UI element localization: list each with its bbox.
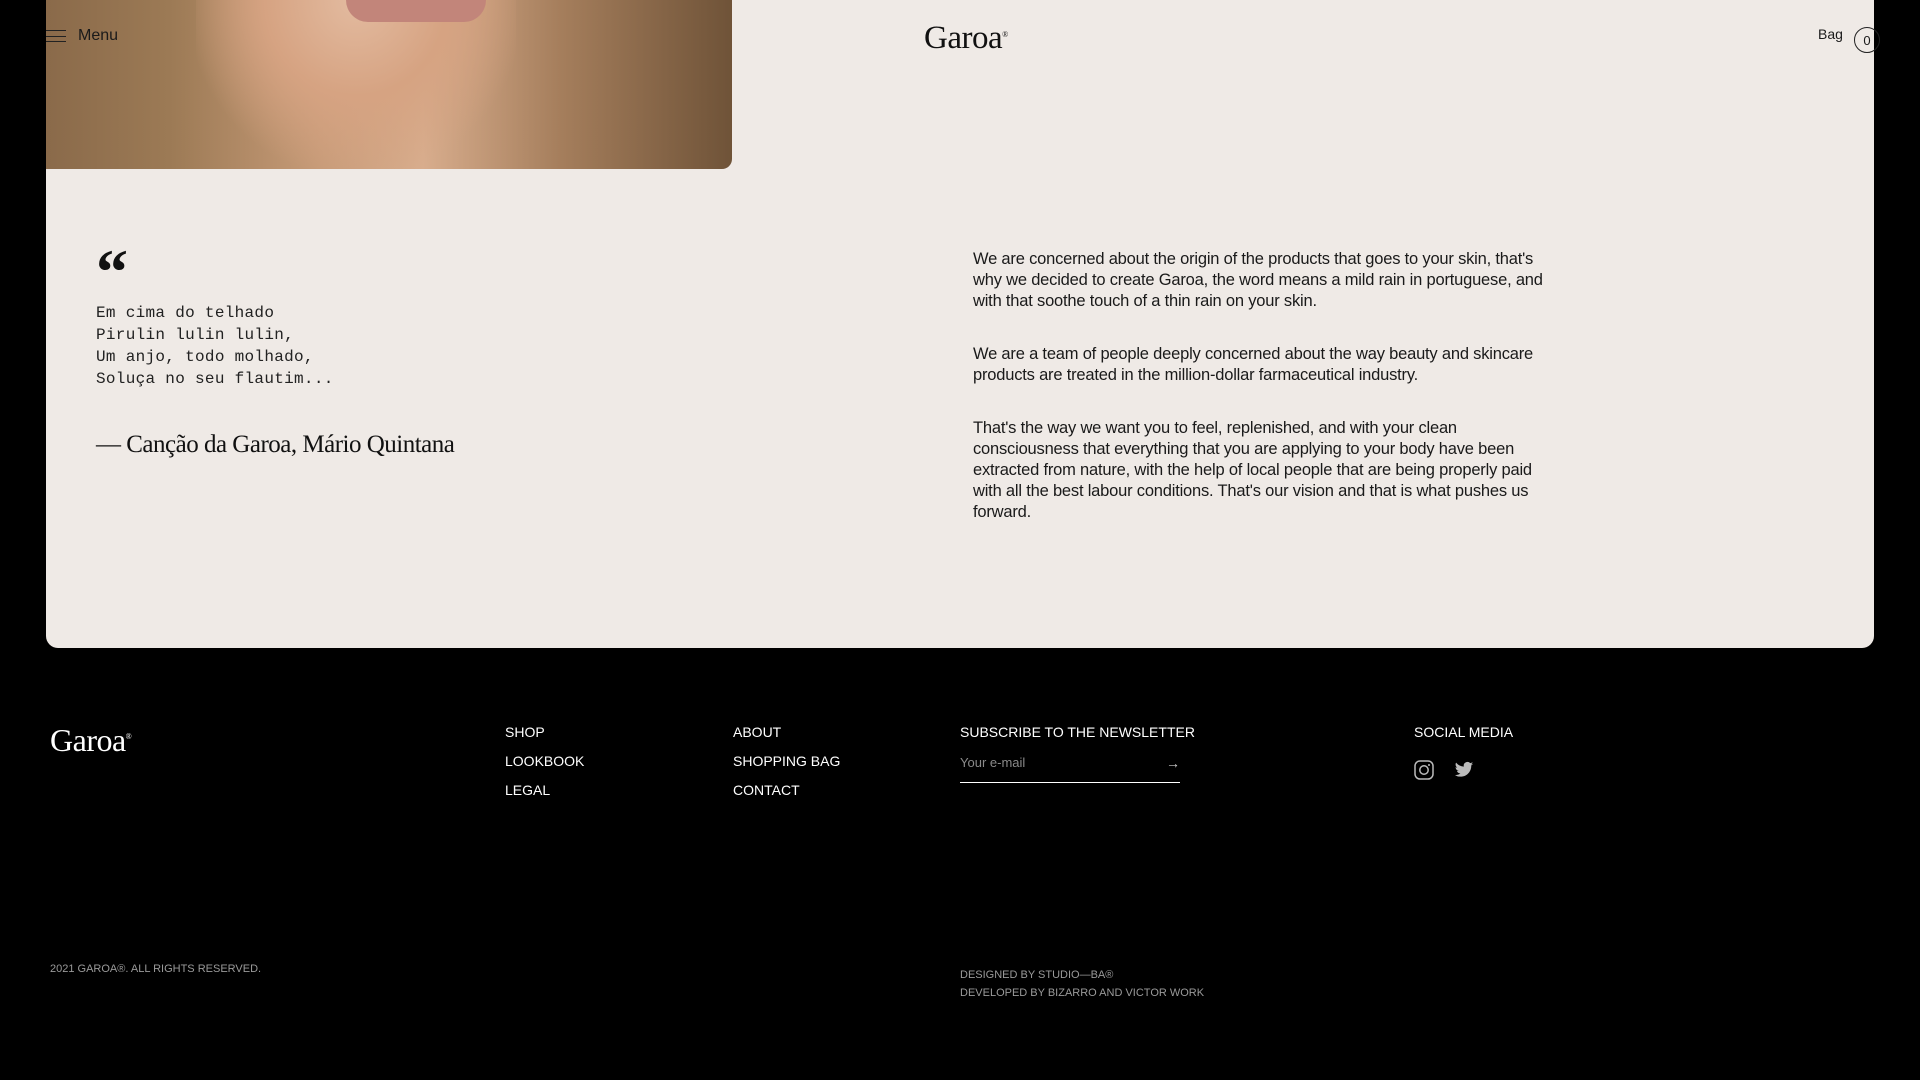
- social-links: [1414, 760, 1474, 780]
- poem: Em cima do telhado Pirulin lulin lulin, …: [96, 302, 334, 390]
- bag-link[interactable]: Bag: [1818, 26, 1843, 42]
- logo-mark: ®: [1002, 30, 1008, 39]
- site-logo[interactable]: Garoa®: [924, 20, 1008, 57]
- footer-link-contact[interactable]: CONTACT: [733, 782, 840, 798]
- hamburger-icon: [46, 30, 66, 42]
- about-paragraph: We are concerned about the origin of the…: [973, 250, 1543, 310]
- social-media-title: SOCIAL MEDIA: [1414, 724, 1514, 740]
- poem-line: Um anjo, todo molhado,: [96, 348, 314, 366]
- footer-logo-mark: ®: [125, 732, 132, 741]
- developed-by-link[interactable]: DEVELOPED BY BIZARRO AND VICTOR WORK: [960, 984, 1204, 1002]
- quote-attribution: — Canção da Garoa, Mário Quintana: [96, 431, 455, 458]
- model-photo: [46, 0, 732, 169]
- newsletter-title: SUBSCRIBE TO THE NEWSLETTER: [960, 724, 1195, 740]
- newsletter-email-input[interactable]: [960, 753, 1150, 772]
- about-paragraph: We are a team of people deeply concerned…: [973, 345, 1534, 384]
- poem-line: Soluça no seu flautim...: [96, 370, 334, 388]
- copyright: 2021 GAROA®. ALL RIGHTS RESERVED.: [50, 963, 262, 975]
- poem-line: Pirulin lulin lulin,: [96, 326, 295, 344]
- footer-link-legal[interactable]: LEGAL: [505, 782, 584, 798]
- arrow-right-icon[interactable]: →: [1166, 755, 1180, 771]
- footer-link-shop[interactable]: SHOP: [505, 724, 584, 740]
- bag-count-badge[interactable]: 0: [1854, 27, 1880, 53]
- about-text: We are concerned about the origin of the…: [973, 249, 1563, 555]
- footer-nav-col-2: ABOUT SHOPPING BAG CONTACT: [733, 724, 840, 811]
- quote-mark-icon: “: [96, 236, 128, 307]
- menu-label: Menu: [78, 27, 119, 44]
- designed-by-link[interactable]: DESIGNED BY STUDIO—BA®: [960, 966, 1204, 984]
- instagram-icon[interactable]: [1414, 760, 1434, 780]
- content-card: “ Em cima do telhado Pirulin lulin lulin…: [46, 0, 1874, 648]
- twitter-icon[interactable]: [1454, 760, 1474, 780]
- poem-line: Em cima do telhado: [96, 304, 275, 322]
- footer-logo[interactable]: Garoa®: [50, 722, 132, 759]
- menu-button[interactable]: Menu: [46, 27, 118, 45]
- footer-link-about[interactable]: ABOUT: [733, 724, 840, 740]
- footer-link-lookbook[interactable]: LOOKBOOK: [505, 753, 584, 769]
- footer-link-shopping-bag[interactable]: SHOPPING BAG: [733, 753, 840, 769]
- footer-logo-text: Garoa: [50, 722, 126, 758]
- logo-text: Garoa: [924, 20, 1003, 56]
- footer-nav-col-1: SHOP LOOKBOOK LEGAL: [505, 724, 584, 811]
- about-paragraph: That's the way we want you to feel, repl…: [973, 419, 1532, 521]
- credits: DESIGNED BY STUDIO—BA® DEVELOPED BY BIZA…: [960, 966, 1204, 1002]
- newsletter-form: →: [960, 753, 1180, 783]
